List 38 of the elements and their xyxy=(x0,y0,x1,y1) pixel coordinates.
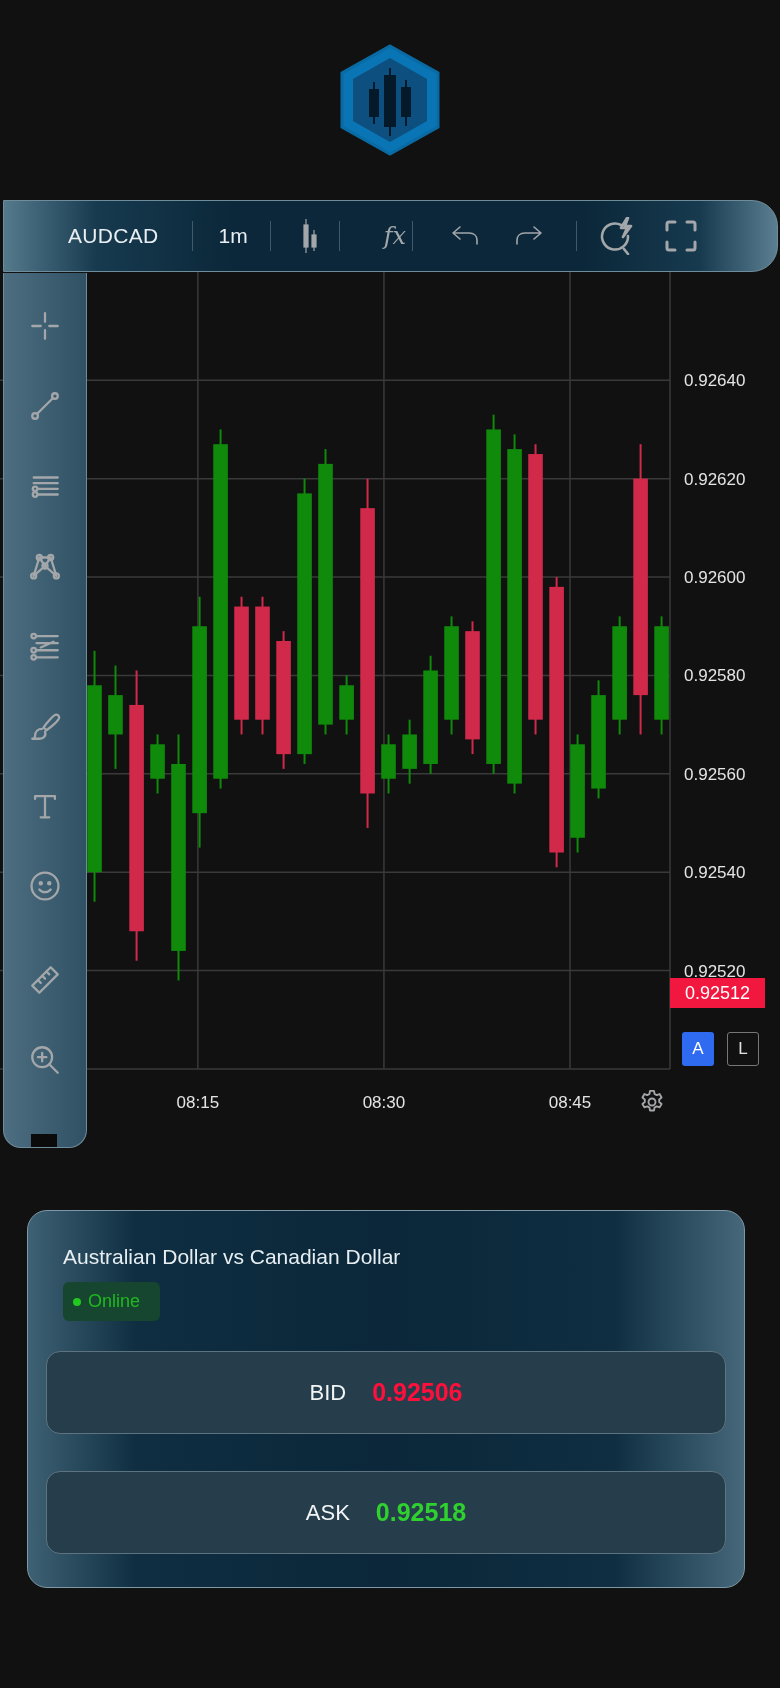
status-text: Online xyxy=(88,1291,141,1312)
candlestick xyxy=(381,734,396,794)
crosshair-icon[interactable] xyxy=(28,309,62,343)
indicators-button[interactable]: fx xyxy=(383,222,407,250)
last-price-label: 0.92512 xyxy=(670,978,765,1008)
price-axis-label: 0.92560 xyxy=(684,764,746,784)
time-axis-label: 08:30 xyxy=(362,1093,406,1112)
price-axis-label: 0.92620 xyxy=(684,469,746,489)
ruler-icon[interactable] xyxy=(28,963,62,997)
candlestick xyxy=(402,719,417,784)
scale-mode-button[interactable]: A xyxy=(682,1032,714,1066)
status-dot xyxy=(73,1297,81,1306)
candlestick xyxy=(339,675,354,735)
trend-line-icon[interactable] xyxy=(28,389,62,423)
bid-button[interactable]: BID 0.92506 xyxy=(46,1351,726,1434)
bid-price: 0.92506 xyxy=(372,1378,463,1407)
redo-icon[interactable] xyxy=(515,225,544,247)
candlestick xyxy=(150,734,165,794)
scroll-grip xyxy=(31,1134,57,1147)
price-axis-label: 0.92540 xyxy=(684,863,746,883)
fullscreen-icon[interactable] xyxy=(665,220,698,252)
instrument-name: Australian Dollar vs Canadian Dollar xyxy=(63,1245,402,1269)
time-axis-label: 08:45 xyxy=(548,1093,592,1112)
price-axis-label: 0.92600 xyxy=(684,568,746,587)
price-axis-label: 0.92640 xyxy=(684,371,746,391)
ask-price: 0.92518 xyxy=(375,1498,467,1527)
ask-button[interactable]: ASK 0.92518 xyxy=(46,1471,726,1554)
price-axis-label: 0.92580 xyxy=(684,666,746,686)
candlestick-type-icon[interactable] xyxy=(301,218,318,254)
interval-selector[interactable]: 1m xyxy=(218,224,248,248)
hexagon-candlestick-logo-icon xyxy=(338,44,442,156)
price-axis-label: 0.92520 xyxy=(684,961,746,981)
symbol-selector[interactable]: AUDCAD xyxy=(68,224,159,248)
smiley-icon[interactable] xyxy=(28,869,62,903)
undo-icon[interactable] xyxy=(451,225,480,247)
zoom-in-icon[interactable] xyxy=(28,1043,62,1077)
scale-mode-button[interactable]: L xyxy=(727,1032,759,1066)
time-axis-label: 08:15 xyxy=(176,1093,220,1112)
